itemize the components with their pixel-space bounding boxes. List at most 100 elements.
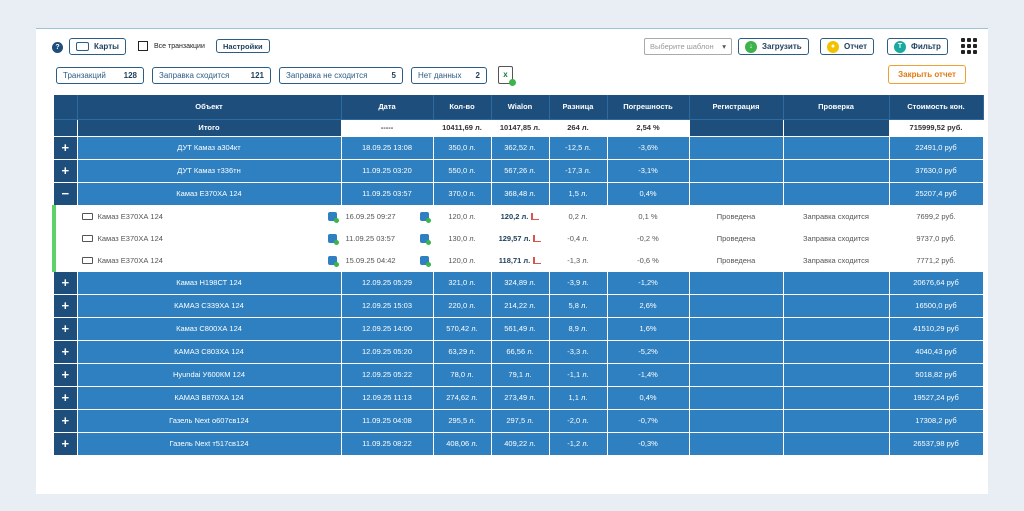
header-wialon[interactable]: Wialon: [491, 95, 550, 120]
cell-date: 16.09.25 09:27: [341, 205, 434, 228]
cell-object: КАМАЗ С803ХА 124: [77, 340, 342, 364]
truck-icon: [81, 256, 93, 264]
sub-table-row[interactable]: Камаз Е370ХА 124 15.09.25 04:42 120,0 л.…: [52, 249, 984, 272]
cell-cost: 7699,2 руб.: [889, 205, 984, 228]
help-icon[interactable]: ?: [52, 42, 63, 53]
cell-wialon: 120,2 л.: [491, 205, 550, 228]
table-row[interactable]: + ДУТ Камаз а304кт 18.09.25 13:08 350,0 …: [54, 136, 984, 160]
stat-refuel-mismatch[interactable]: Заправка не сходится 5: [279, 67, 403, 84]
cell-qty: 550,0 л.: [433, 159, 492, 183]
upload-button[interactable]: ↓ Загрузить: [738, 38, 809, 55]
map-pin-icon[interactable]: [327, 233, 339, 245]
stat-value: 5: [391, 71, 396, 80]
all-transactions-checkbox[interactable]: [138, 41, 148, 51]
table-row[interactable]: + ДУТ Камаз т336тн 11.09.25 03:20 550,0 …: [54, 159, 984, 183]
expand-toggle[interactable]: +: [54, 159, 78, 183]
sub-table-row[interactable]: Камаз Е370ХА 124 16.09.25 09:27 120,0 л.…: [52, 205, 984, 228]
cell-diff: -1,1 л.: [549, 363, 608, 387]
cell-date: 11.09.25 03:20: [341, 159, 434, 183]
stat-no-data[interactable]: Нет данных 2: [411, 67, 487, 84]
expand-toggle[interactable]: +: [54, 386, 78, 410]
header-date[interactable]: Дата: [341, 95, 434, 120]
header-check[interactable]: Проверка: [783, 95, 890, 120]
stat-label: Заправка не сходится: [286, 71, 368, 80]
cell-check: Заправка сходится: [783, 227, 890, 250]
cell-diff: 8,9 л.: [549, 317, 608, 341]
maps-button[interactable]: Карты: [69, 38, 126, 55]
template-select[interactable]: Выберите шаблон ▾: [644, 38, 732, 55]
close-report-button[interactable]: Закрыть отчет: [888, 65, 966, 84]
expand-toggle[interactable]: +: [54, 340, 78, 364]
total-diff: 264 л.: [548, 118, 608, 137]
expand-toggle[interactable]: +: [54, 136, 78, 160]
map-pin-icon[interactable]: [327, 211, 339, 223]
transactions-table: Объект Дата Кол-во Wialon Разница Погреш…: [52, 95, 984, 456]
expand-toggle[interactable]: +: [54, 317, 78, 341]
cell-wialon: 409,22 л.: [491, 432, 550, 456]
header-error[interactable]: Погрешность: [607, 95, 690, 120]
expand-toggle[interactable]: +: [54, 432, 78, 456]
stat-refuel-match[interactable]: Заправка сходится 121: [152, 67, 271, 84]
expand-toggle[interactable]: +: [54, 271, 78, 295]
filter-button[interactable]: T Фильтр: [887, 38, 948, 55]
plus-icon: +: [61, 435, 70, 451]
edit-icon[interactable]: [419, 211, 431, 223]
cell-diff: -17,3 л.: [549, 159, 608, 183]
stat-value: 128: [123, 71, 137, 80]
total-qty: 10411,69 л.: [432, 118, 492, 137]
table-row[interactable]: + Газель Next т517св124 11.09.25 08:22 4…: [54, 432, 984, 456]
chart-icon[interactable]: [533, 235, 542, 243]
cell-check: [783, 317, 890, 341]
filter-icon: T: [894, 40, 906, 53]
apps-grid-icon[interactable]: [961, 38, 977, 54]
total-wialon: 10147,85 л.: [490, 118, 550, 137]
cell-error: -3,1%: [607, 159, 690, 183]
header-registration[interactable]: Регистрация: [689, 95, 784, 120]
sub-row-marker: [52, 249, 78, 272]
chart-icon[interactable]: [533, 257, 542, 265]
table-row[interactable]: + КАМАЗ В870ХА 124 12.09.25 11:13 274,62…: [54, 386, 984, 410]
sub-object-label: Камаз Е370ХА 124: [97, 255, 163, 265]
table-row[interactable]: + Камаз Н198СТ 124 12.09.25 05:29 321,0 …: [54, 271, 984, 295]
header-cost[interactable]: Стоимость кон.: [889, 95, 984, 120]
excel-export-icon[interactable]: x: [498, 66, 516, 86]
cell-registration: [689, 271, 784, 295]
sub-table-row[interactable]: Камаз Е370ХА 124 11.09.25 03:57 130,0 л.…: [52, 227, 984, 250]
cell-date: 11.09.25 04:08: [341, 409, 434, 433]
cell-registration: Проведена: [689, 227, 784, 250]
edit-icon[interactable]: [419, 233, 431, 245]
expand-toggle[interactable]: +: [54, 409, 78, 433]
table-row[interactable]: + КАМАЗ С803ХА 124 12.09.25 05:20 63,29 …: [54, 340, 984, 364]
cell-date: 12.09.25 15:03: [341, 294, 434, 318]
cell-qty: 408,06 л.: [433, 432, 492, 456]
cell-cost: 25207,4 руб: [889, 182, 984, 206]
expand-toggle[interactable]: +: [54, 294, 78, 318]
expand-toggle[interactable]: +: [54, 363, 78, 387]
cell-cost: 7771,2 руб.: [889, 249, 984, 272]
table-row[interactable]: − Камаз Е370ХА 124 11.09.25 03:57 370,0 …: [54, 182, 984, 206]
cell-registration: [689, 432, 784, 456]
map-pin-icon[interactable]: [327, 255, 339, 267]
cell-registration: [689, 159, 784, 183]
cell-qty: 295,5 л.: [433, 409, 492, 433]
cell-error: -0,2 %: [607, 227, 690, 250]
truck-icon: [81, 212, 93, 220]
expand-toggle[interactable]: −: [54, 182, 78, 206]
table-row[interactable]: + КАМАЗ С339ХА 124 12.09.25 15:03 220,0 …: [54, 294, 984, 318]
cell-wialon: 118,71 л.: [491, 249, 550, 272]
header-object[interactable]: Объект: [77, 95, 342, 120]
table-row[interactable]: + Камаз С800ХА 124 12.09.25 14:00 570,42…: [54, 317, 984, 341]
sub-object-label: Камаз Е370ХА 124: [97, 211, 163, 221]
stat-transactions[interactable]: Транзакций 128: [56, 67, 144, 84]
settings-button[interactable]: Настройки: [216, 39, 270, 53]
table-row[interactable]: + Hyundai У600КМ 124 12.09.25 05:22 78,0…: [54, 363, 984, 387]
report-button[interactable]: ● Отчет: [820, 38, 875, 55]
cell-registration: [689, 409, 784, 433]
chevron-down-icon: ▾: [722, 42, 726, 51]
header-diff[interactable]: Разница: [549, 95, 608, 120]
header-qty[interactable]: Кол-во: [433, 95, 492, 120]
chart-icon[interactable]: [531, 213, 540, 221]
table-row[interactable]: + Газель Next о607св124 11.09.25 04:08 2…: [54, 409, 984, 433]
cell-date: 11.09.25 03:57: [341, 182, 434, 206]
edit-icon[interactable]: [419, 255, 431, 267]
